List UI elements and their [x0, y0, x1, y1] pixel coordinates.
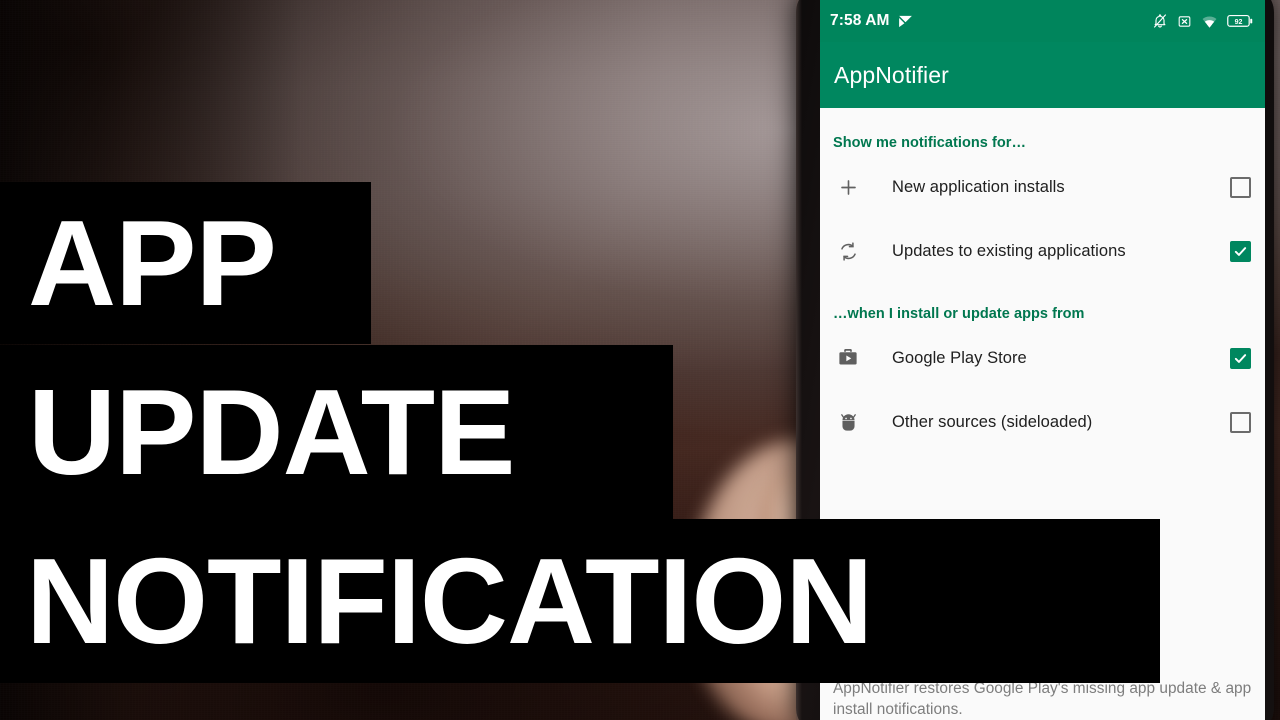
setting-label-new-installs: New application installs: [892, 177, 1065, 196]
google-play-store-icon: [833, 347, 863, 369]
setting-label-play-store: Google Play Store: [892, 348, 1027, 367]
status-left-icons: [897, 13, 914, 30]
setting-row-updates[interactable]: Updates to existing applications: [820, 219, 1265, 283]
plus-icon: [833, 176, 863, 199]
overlay-title-line-3: NOTIFICATION: [0, 519, 1160, 683]
section-header-install-sources: …when I install or update apps from: [833, 306, 1085, 322]
setting-row-new-installs[interactable]: New application installs: [820, 155, 1265, 219]
app-title: AppNotifier: [834, 61, 949, 88]
status-clock: 7:58 AM: [830, 12, 890, 29]
setting-label-updates: Updates to existing applications: [892, 241, 1126, 260]
sync-icon: [833, 240, 863, 263]
checkbox-updates[interactable]: [1230, 240, 1251, 262]
checkbox-other-sources[interactable]: [1230, 411, 1251, 433]
section-header-notifications-for: Show me notifications for…: [833, 135, 1027, 151]
checkbox-play-store[interactable]: [1230, 347, 1251, 369]
setting-row-other-sources[interactable]: Other sources (sideloaded): [820, 390, 1265, 454]
overlay-title-line-2: UPDATE: [0, 345, 673, 519]
send-arrow-icon: [897, 13, 914, 30]
app-bar: AppNotifier: [820, 42, 1265, 108]
setting-label-other-sources: Other sources (sideloaded): [892, 412, 1093, 431]
status-bar: 7:58 AM 92: [820, 0, 1265, 42]
wifi-icon: [1201, 13, 1218, 30]
checkbox-new-installs[interactable]: [1230, 176, 1251, 198]
overlay-title-line-1: APP: [0, 182, 371, 344]
no-sim-icon: [1177, 14, 1192, 29]
battery-level-text: 92: [1235, 19, 1243, 26]
screenshot-stage: 7:58 AM 92 AppNotifier Show me notificat…: [0, 0, 1280, 720]
battery-icon: 92: [1227, 14, 1253, 28]
android-robot-icon: [833, 412, 863, 433]
setting-row-play-store[interactable]: Google Play Store: [820, 326, 1265, 390]
bell-muted-icon: [1152, 13, 1168, 29]
status-right-icons: 92: [1152, 13, 1253, 30]
footer-description: AppNotifier restores Google Play's missi…: [833, 679, 1252, 718]
